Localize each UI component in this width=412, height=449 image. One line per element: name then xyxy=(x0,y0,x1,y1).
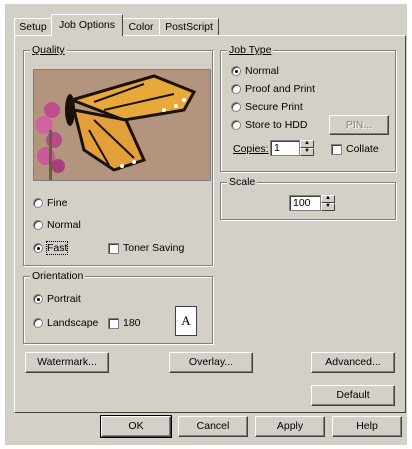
apply-button[interactable]: Apply xyxy=(255,416,325,437)
pin-button[interactable]: PIN... xyxy=(329,115,389,135)
job-type-normal-label: Normal xyxy=(245,65,279,77)
collate-label: Collate xyxy=(346,143,379,155)
portrait-radio[interactable]: Portrait xyxy=(33,293,81,305)
toner-saving-checkbox[interactable]: Toner Saving xyxy=(108,242,184,254)
scale-arrows: ▲ ▼ xyxy=(321,195,335,211)
quality-fine-radio[interactable]: Fine xyxy=(33,197,67,209)
copies-label: Copies: xyxy=(233,143,269,155)
portrait-label: Portrait xyxy=(47,293,81,305)
collate-checkbox[interactable]: Collate xyxy=(331,143,379,155)
radio-indicator xyxy=(33,198,43,208)
orientation-legend: Orientation xyxy=(30,270,86,282)
default-button[interactable]: Default xyxy=(311,385,395,406)
scale-input[interactable]: 100 xyxy=(289,195,321,211)
scale-spinner[interactable]: 100 ▲ ▼ xyxy=(289,195,335,211)
rotate-180-label: 180 xyxy=(123,317,141,329)
radio-indicator-selected xyxy=(33,294,43,304)
job-type-normal-radio[interactable]: Normal xyxy=(231,65,279,77)
landscape-radio[interactable]: Landscape xyxy=(33,317,98,329)
overlay-button[interactable]: Overlay... xyxy=(169,352,253,373)
job-type-store-label: Store to HDD xyxy=(245,119,308,131)
copies-input[interactable]: 1 xyxy=(270,140,300,156)
radio-indicator xyxy=(33,318,43,328)
checkbox-indicator xyxy=(331,143,342,155)
quality-group: Quality Fine Normal Fast Toner Saving xyxy=(23,44,213,266)
quality-preview-image xyxy=(33,69,211,181)
printer-properties-dialog: Setup Job Options Color PostScript Quali… xyxy=(5,4,407,445)
spin-up-icon[interactable]: ▲ xyxy=(321,195,335,203)
quality-normal-radio[interactable]: Normal xyxy=(33,219,81,231)
copies-spinner[interactable]: 1 ▲ ▼ xyxy=(270,140,314,156)
job-type-secure-radio[interactable]: Secure Print xyxy=(231,101,303,113)
radio-indicator xyxy=(231,102,241,112)
quality-normal-label: Normal xyxy=(47,219,81,231)
radio-indicator-selected xyxy=(231,66,241,76)
spin-up-icon[interactable]: ▲ xyxy=(300,140,314,148)
toner-saving-label: Toner Saving xyxy=(123,242,185,254)
job-type-group: Job Type Normal Proof and Print Secure P… xyxy=(220,44,396,172)
cancel-button[interactable]: Cancel xyxy=(178,416,248,437)
tab-color[interactable]: Color xyxy=(122,18,160,35)
job-type-proof-label: Proof and Print xyxy=(245,83,316,95)
radio-indicator xyxy=(231,84,241,94)
quality-fast-label: Fast xyxy=(45,241,69,255)
radio-indicator xyxy=(231,120,241,130)
radio-indicator xyxy=(33,220,43,230)
page-orientation-icon: A xyxy=(175,306,197,336)
landscape-label: Landscape xyxy=(47,317,99,329)
ok-button[interactable]: OK xyxy=(100,415,172,438)
checkbox-indicator xyxy=(108,242,119,254)
job-type-store-radio[interactable]: Store to HDD xyxy=(231,119,307,131)
tab-postscript[interactable]: PostScript xyxy=(159,18,219,35)
job-type-secure-label: Secure Print xyxy=(245,101,303,113)
rotate-180-checkbox[interactable]: 180 xyxy=(108,317,141,329)
job-type-legend: Job Type xyxy=(227,44,274,56)
copies-arrows: ▲ ▼ xyxy=(300,140,314,156)
quality-legend: Quality xyxy=(30,44,67,56)
butterfly-image xyxy=(34,70,210,180)
help-button[interactable]: Help xyxy=(332,416,402,437)
tab-setup[interactable]: Setup xyxy=(14,18,52,35)
scale-group: Scale 100 ▲ ▼ xyxy=(220,176,396,220)
watermark-button[interactable]: Watermark... xyxy=(25,352,109,373)
tab-job-options[interactable]: Job Options xyxy=(51,14,123,36)
scale-legend: Scale xyxy=(227,176,258,188)
radio-indicator-selected xyxy=(33,243,43,253)
job-options-panel: Quality Fine Normal Fast Toner Saving Jo… xyxy=(14,35,406,413)
advanced-button[interactable]: Advanced... xyxy=(311,352,395,373)
spin-down-icon[interactable]: ▼ xyxy=(300,148,314,156)
quality-fast-radio[interactable]: Fast xyxy=(33,241,69,255)
checkbox-indicator xyxy=(108,317,119,329)
spin-down-icon[interactable]: ▼ xyxy=(321,203,335,211)
quality-fine-label: Fine xyxy=(47,197,68,209)
job-type-proof-radio[interactable]: Proof and Print xyxy=(231,83,315,95)
